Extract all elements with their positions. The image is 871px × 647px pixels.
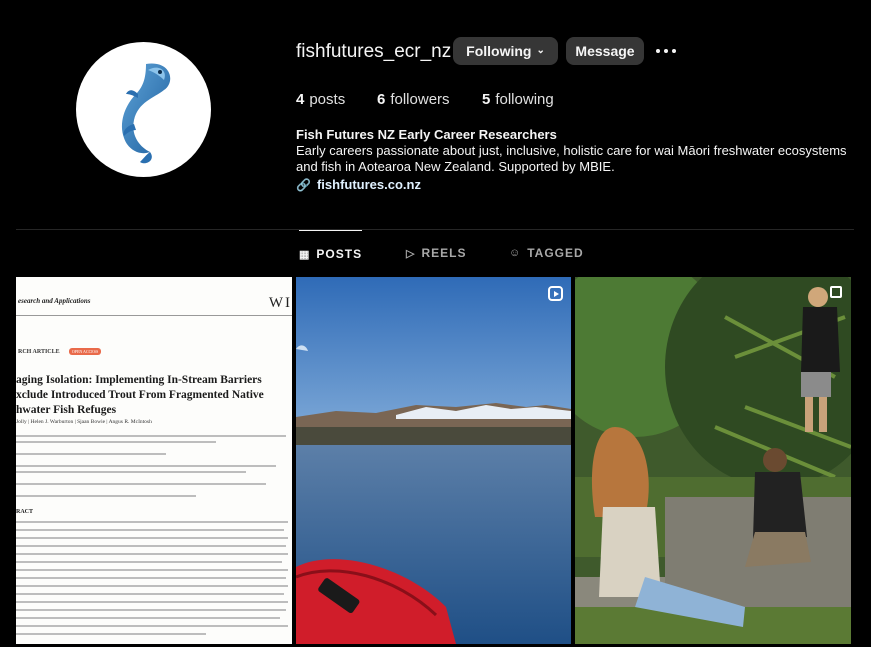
- followers-count: 6: [377, 91, 386, 108]
- paper-text-line: [16, 537, 288, 539]
- paper-text-line: [16, 495, 196, 497]
- lake-photo: [296, 277, 571, 644]
- post-lake-reel[interactable]: [296, 277, 571, 644]
- followers-stat[interactable]: 6 followers: [377, 91, 450, 108]
- bio-text: Early careers passionate about just, inc…: [296, 143, 847, 174]
- posts-count: 4: [296, 91, 305, 108]
- tab-tagged[interactable]: ☺ TAGGED: [509, 230, 584, 276]
- reels-icon: ▷: [406, 247, 416, 260]
- tab-reels-label: REELS: [421, 246, 467, 260]
- paper-text-line: [16, 521, 288, 523]
- paper-text-line: [16, 625, 288, 627]
- more-options-icon[interactable]: [654, 42, 678, 60]
- following-label: following: [495, 91, 554, 108]
- tagged-icon: ☺: [509, 247, 522, 259]
- paper-text-line: [16, 593, 284, 595]
- message-button[interactable]: Message: [566, 37, 644, 65]
- bio-link-text: fishfutures.co.nz: [316, 177, 421, 192]
- garden-photo: [575, 277, 851, 644]
- paper-text-line: [16, 465, 276, 467]
- following-button[interactable]: Following ⌄: [453, 37, 558, 65]
- profile-tabs: ▦ POSTS ▷ REELS ☺ TAGGED: [0, 230, 871, 276]
- bio-link[interactable]: 🔗 fishfutures.co.nz: [296, 177, 856, 193]
- profile-avatar[interactable]: [76, 42, 211, 177]
- paper-article-type: RCH ARTICLE: [18, 349, 60, 355]
- paper-image: esearch and Applications WI RCH ARTICLE …: [16, 277, 292, 644]
- paper-rule: [16, 315, 292, 316]
- paper-text-line: [16, 453, 166, 455]
- paper-text-line: [16, 435, 286, 437]
- carousel-icon: [830, 286, 842, 298]
- paper-text-line: [16, 561, 282, 563]
- paper-text-line: [16, 569, 288, 571]
- paper-title: aging Isolation: Implementing In-Stream …: [16, 374, 264, 416]
- post-garden[interactable]: [575, 277, 851, 644]
- followers-label: followers: [390, 91, 450, 108]
- tab-tagged-label: TAGGED: [527, 246, 584, 260]
- paper-text-line: [16, 633, 206, 635]
- paper-authors: Jolly | Helen J. Warburton | Sjaan Bowie…: [16, 419, 152, 425]
- paper-text-line: [16, 601, 288, 603]
- chevron-down-icon: ⌄: [536, 44, 545, 56]
- paper-text-line: [16, 553, 288, 555]
- bio-name: Fish Futures NZ Early Career Researchers: [296, 127, 557, 142]
- following-stat[interactable]: 5 following: [482, 91, 554, 108]
- paper-publisher: WI: [268, 295, 292, 311]
- paper-text-line: [16, 441, 216, 443]
- profile-bio: Fish Futures NZ Early Career Researchers…: [296, 127, 856, 193]
- tab-posts[interactable]: ▦ POSTS: [299, 230, 363, 277]
- paper-text-line: [16, 529, 284, 531]
- paper-text-line: [16, 617, 280, 619]
- paper-text-line: [16, 483, 266, 485]
- paper-text-line: [16, 585, 288, 587]
- profile-username: fishfutures_ecr_nz: [296, 41, 452, 62]
- post-paper[interactable]: esearch and Applications WI RCH ARTICLE …: [16, 277, 292, 644]
- following-count: 5: [482, 91, 491, 108]
- tab-reels[interactable]: ▷ REELS: [406, 230, 466, 276]
- paper-badge: OPEN ACCESS: [69, 348, 101, 355]
- paper-text-line: [16, 471, 246, 473]
- paper-abstract-heading: RACT: [16, 509, 34, 515]
- paper-text-line: [16, 545, 286, 547]
- posts-label: posts: [309, 91, 346, 108]
- reels-icon: [548, 286, 563, 301]
- paper-journal: esearch and Applications: [18, 297, 91, 305]
- grid-icon: ▦: [299, 248, 311, 261]
- fish-logo-icon: [121, 63, 171, 164]
- following-button-label: Following: [466, 43, 532, 59]
- paper-text-line: [16, 577, 286, 579]
- tab-posts-label: POSTS: [316, 247, 363, 261]
- link-icon: 🔗: [296, 178, 311, 192]
- posts-stat: 4 posts: [296, 91, 345, 108]
- paper-text-line: [16, 609, 286, 611]
